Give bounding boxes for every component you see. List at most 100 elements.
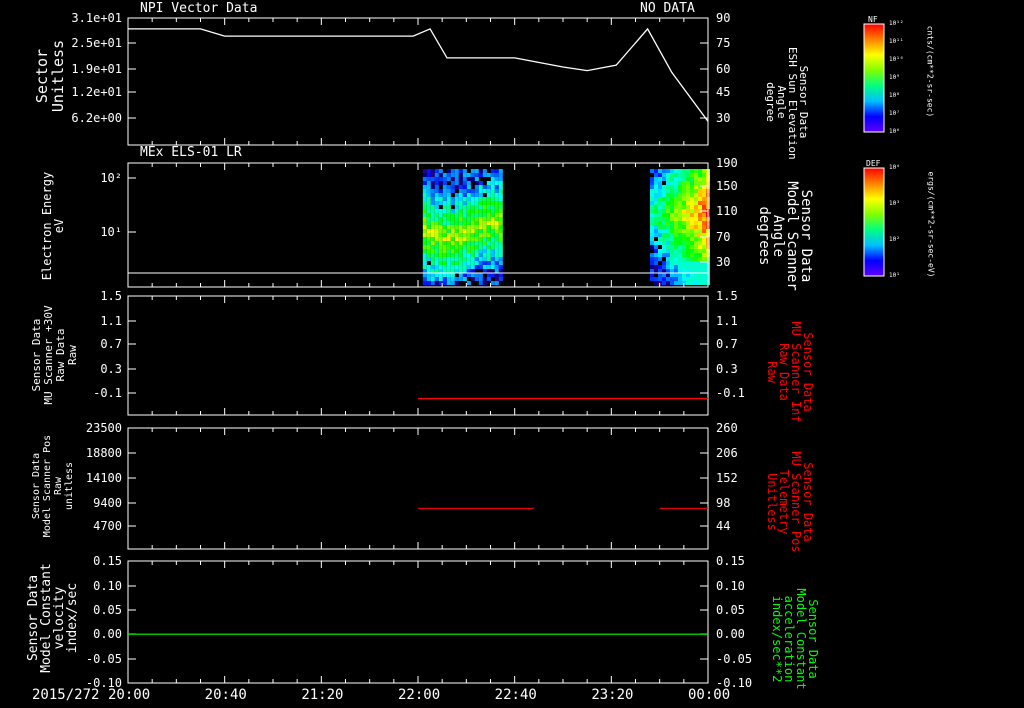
spectrogram-cell [694,245,698,249]
spectrogram-cell [450,265,455,269]
spectrogram-cell [470,193,475,197]
panel2-right-tick-label: 70 [716,230,731,244]
spectrogram-cell [650,193,654,197]
spectrogram-cell [474,257,479,261]
spectrogram-cell [446,185,451,189]
spectrogram-cell [422,201,427,205]
spectrogram-cell [450,245,455,249]
panel1-frame [127,17,709,146]
spectrogram-cell [694,249,698,253]
spectrogram-cell [674,197,678,201]
spectrogram-cell [466,173,471,177]
spectrogram-cell [498,169,503,173]
panel3-right-tick-label: 0.7 [716,337,738,351]
spectrogram-cell [662,221,666,225]
spectrogram-cell [450,189,455,193]
spectrogram-cell [482,213,487,217]
spectrogram-cell [678,205,682,209]
panel2-left-tick-label: 10¹ [100,225,122,239]
spectrogram-cell [422,205,427,209]
spectrogram-cell [670,221,674,225]
spectrogram-cell [498,197,503,201]
panel4-left-tick-label: 14100 [85,471,122,485]
spectrogram-cell [654,177,658,181]
colorbar1-tick-label: 10⁶ [889,128,900,135]
panel2-right-label: Sensor Data Model Scanner Angle degrees [756,181,814,291]
spectrogram-cell [446,197,451,201]
spectrogram-cell [678,225,682,229]
spectrogram-cell [438,273,443,277]
panel4-right-tick-label: 206 [716,446,738,460]
spectrogram-cell [474,213,479,217]
spectrogram-cell [666,241,670,245]
spectrogram-cell [430,213,435,217]
spectrogram-cell [690,189,694,193]
spectrogram-cell [454,209,459,213]
spectrogram-cell [486,253,491,257]
spectrogram-cell [422,213,427,217]
spectrogram-cell [434,253,439,257]
spectrogram-cell [494,237,499,241]
spectrogram-cell [470,241,475,245]
spectrogram-cell [426,241,431,245]
spectrogram-cell [438,225,443,229]
spectrogram-cell [438,277,443,281]
spectrogram-cell [702,201,706,205]
spectrogram-cell [442,281,447,285]
spectrogram-cell [478,193,483,197]
spectrogram-cell [670,225,674,229]
spectrogram-cell [494,209,499,213]
spectrogram-cell [702,225,706,229]
spectrogram-cell [662,233,666,237]
spectrogram-cell [470,209,475,213]
spectrogram-cell [454,221,459,225]
spectrogram-cell [482,169,487,173]
spectrogram-cell [666,193,670,197]
panel5-left-tick-label: 0.10 [93,579,122,593]
spectrogram-cell [430,197,435,201]
spectrogram-cell [682,197,686,201]
panel5-left-tick-label: 0.15 [93,554,122,568]
spectrogram-cell [474,245,479,249]
spectrogram-cell [458,201,463,205]
spectrogram-cell [674,273,678,277]
spectrogram-cell [698,277,702,281]
spectrogram-cell [434,277,439,281]
spectrogram-cell [474,209,479,213]
spectrogram-cell [438,245,443,249]
spectrogram-cell [658,189,662,193]
spectrogram-cell [454,201,459,205]
spectrogram-cell [458,245,463,249]
spectrogram-cell [658,197,662,201]
spectrogram-cell [478,217,483,221]
spectrogram-cell [674,233,678,237]
spectrogram-cell [458,181,463,185]
spectrogram-cell [494,281,499,285]
spectrogram-cell [462,189,467,193]
spectrogram-cell [434,273,439,277]
panel1-right-tick-label: 45 [716,85,731,99]
colorbar1 [863,23,885,133]
spectrogram-cell [482,189,487,193]
spectrogram-cell [654,261,658,265]
spectrogram-cell [422,225,427,229]
spectrogram-cell [426,233,431,237]
spectrogram-cell [658,225,662,229]
spectrogram-cell [434,281,439,285]
spectrogram-cell [654,245,658,249]
spectrogram-cell [486,217,491,221]
spectrogram-cell [682,257,686,261]
spectrogram-cell [470,217,475,221]
spectrogram-cell [650,181,654,185]
spectrogram-cell [498,205,503,209]
spectrogram-cell [482,277,487,281]
spectrogram-cell [422,173,427,177]
spectrogram-cell [482,253,487,257]
spectrogram-cell [670,197,674,201]
spectrogram-cell [670,269,674,273]
spectrogram-cell [474,181,479,185]
spectrogram-cell [494,245,499,249]
spectrogram-cell [662,249,666,253]
colorbar1-tag: NF [868,15,878,24]
spectrogram-cell [682,213,686,217]
